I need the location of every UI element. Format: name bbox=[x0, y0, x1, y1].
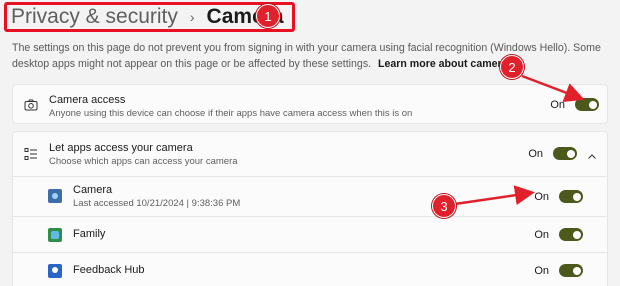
app-name-camera: Camera bbox=[73, 184, 113, 196]
breadcrumb-privacy-security[interactable]: Privacy & security bbox=[11, 5, 178, 29]
camera-access-row: Camera access Anyone using this device c… bbox=[13, 85, 607, 125]
family-app-toggle-group: On bbox=[534, 228, 583, 241]
annotation-marker-1: 1 bbox=[256, 4, 280, 28]
breadcrumb: Privacy & security › Camera bbox=[4, 2, 295, 32]
feedback-hub-app-state-label: On bbox=[534, 264, 549, 277]
family-app-toggle[interactable] bbox=[559, 228, 583, 241]
feedback-hub-app-toggle[interactable] bbox=[559, 264, 583, 277]
camera-app-state-label: On bbox=[534, 190, 549, 203]
family-app-state-label: On bbox=[534, 228, 549, 241]
list-icon bbox=[23, 146, 39, 162]
feedback-hub-app-toggle-group: On bbox=[534, 264, 583, 277]
family-app-icon bbox=[47, 227, 63, 243]
camera-access-state-label: On bbox=[550, 98, 565, 111]
apps-access-toggle-group: On bbox=[528, 147, 577, 160]
app-detail-camera: Last accessed 10/21/2024 | 9:38:36 PM bbox=[73, 198, 241, 209]
app-row-family: Family On bbox=[13, 216, 607, 252]
app-name-feedback-hub: Feedback Hub bbox=[73, 264, 145, 276]
camera-access-subtitle: Anyone using this device can choose if t… bbox=[49, 108, 413, 119]
app-row-camera: Camera Last accessed 10/21/2024 | 9:38:3… bbox=[13, 176, 607, 216]
apps-access-row[interactable]: Let apps access your camera Choose which… bbox=[13, 132, 607, 176]
app-row-feedback-hub: Feedback Hub On bbox=[13, 252, 607, 286]
feedback-hub-app-icon bbox=[47, 263, 63, 279]
camera-access-toggle[interactable] bbox=[575, 98, 599, 111]
camera-privacy-page: Privacy & security › Camera The settings… bbox=[0, 0, 620, 286]
apps-access-state-label: On bbox=[528, 147, 543, 160]
apps-access-toggle[interactable] bbox=[553, 147, 577, 160]
camera-app-icon bbox=[47, 188, 63, 204]
camera-access-title: Camera access bbox=[49, 94, 126, 106]
camera-icon bbox=[23, 97, 39, 113]
camera-access-toggle-group: On bbox=[550, 98, 599, 111]
camera-access-card: Camera access Anyone using this device c… bbox=[12, 84, 608, 124]
apps-access-title: Let apps access your camera bbox=[49, 142, 193, 154]
camera-app-toggle-group: On bbox=[534, 190, 583, 203]
annotation-marker-3: 3 bbox=[432, 194, 456, 218]
apps-access-subtitle: Choose which apps can access your camera bbox=[49, 156, 238, 167]
apps-access-card: Let apps access your camera Choose which… bbox=[12, 131, 608, 286]
breadcrumb-separator: › bbox=[189, 9, 195, 25]
chevron-up-icon[interactable] bbox=[587, 149, 597, 159]
app-name-family: Family bbox=[73, 228, 106, 240]
annotation-marker-2: 2 bbox=[500, 55, 524, 79]
learn-more-camera-link[interactable]: Learn more about camera bbox=[378, 58, 508, 70]
camera-app-toggle[interactable] bbox=[559, 190, 583, 203]
